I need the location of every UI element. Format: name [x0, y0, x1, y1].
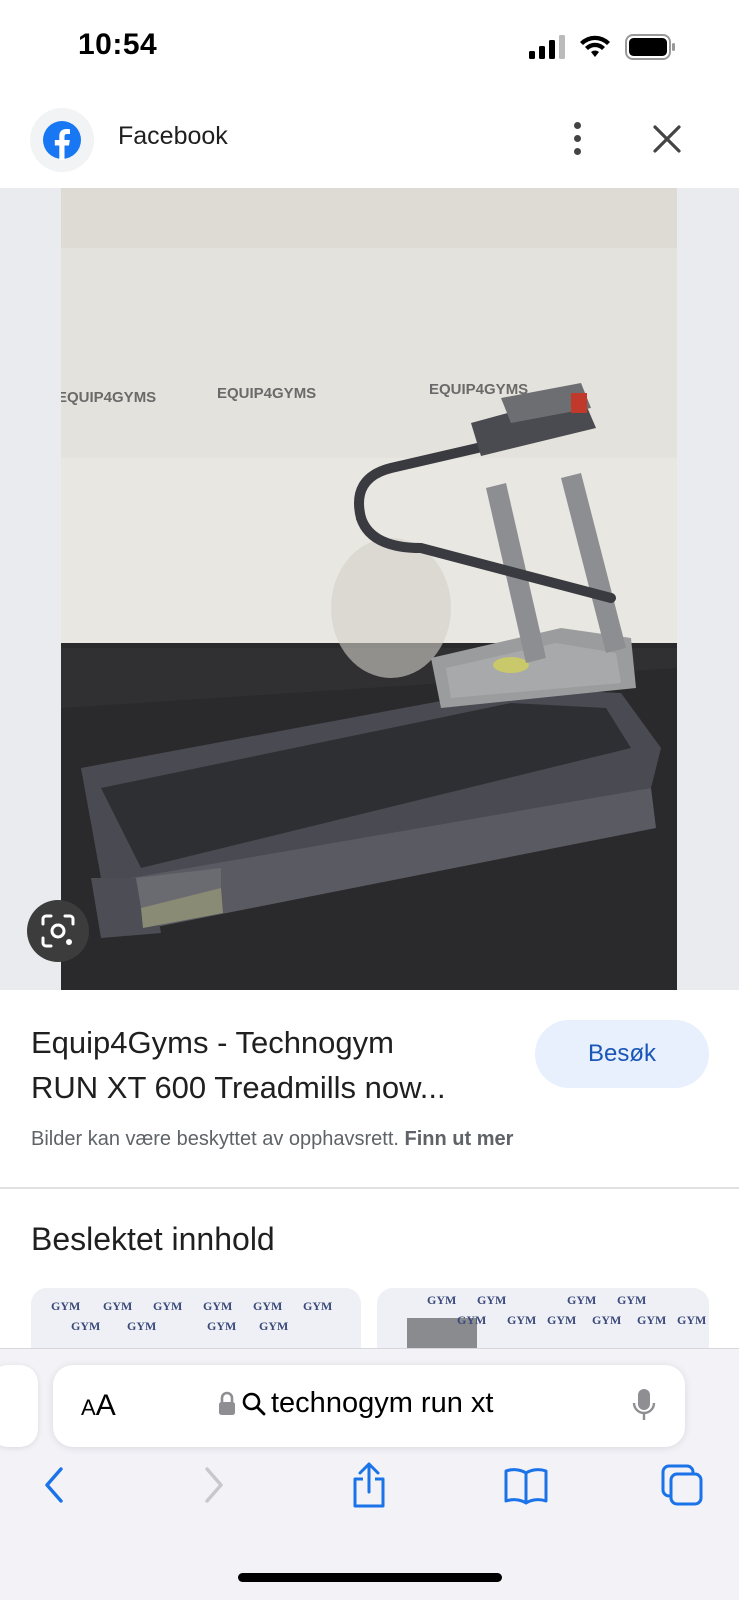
share-icon: [353, 1462, 385, 1508]
lens-icon: [41, 914, 75, 948]
dot: [573, 121, 581, 129]
related-thumbnail[interactable]: GYM GYM GYM GYM GYM GYM GYM GYM GYM GYM: [377, 1288, 709, 1348]
share-button[interactable]: [345, 1461, 393, 1509]
browser-bottom-bar: AA technogym run xt: [0, 1348, 739, 1600]
source-title: Facebook: [118, 122, 228, 150]
learn-more-link[interactable]: Finn ut mer: [405, 1128, 514, 1150]
forward-button[interactable]: [190, 1461, 238, 1509]
result-title[interactable]: Equip4Gyms - Technogym RUN XT 600 Treadm…: [31, 1020, 511, 1110]
close-icon[interactable]: [650, 122, 684, 156]
battery-icon: [625, 34, 675, 60]
status-time: 10:54: [78, 28, 158, 61]
dot: [573, 147, 581, 155]
url-display[interactable]: technogym run xt: [217, 1387, 493, 1420]
thumbnail-text: GYM: [477, 1293, 506, 1307]
bookmarks-button[interactable]: [502, 1461, 550, 1509]
chevron-left-icon: [45, 1467, 63, 1503]
search-icon: [242, 1392, 266, 1415]
treadmill-illustration: EQUIP4GYMS EQUIP4GYMS EQUIP4GYMS: [61, 188, 677, 990]
lock-icon: [219, 1391, 235, 1415]
thumbnail-text: GYM: [637, 1313, 666, 1327]
source-header: Facebook: [0, 100, 739, 188]
copyright-text: Bilder kan være beskyttet av opphavsrett…: [31, 1128, 399, 1150]
tabs-button[interactable]: [658, 1461, 706, 1509]
related-thumbnail[interactable]: GYM GYM GYM GYM GYM GYM GYM GYM GYM GYM: [31, 1288, 361, 1348]
cellular-signal-icon: [529, 35, 565, 59]
watermark-text: EQUIP4GYMS: [61, 389, 156, 406]
thumbnail-text: GYM: [153, 1299, 182, 1313]
result-title-line: Equip4Gyms - Technogym: [31, 1025, 394, 1060]
thumbnail-text: GYM: [253, 1299, 282, 1313]
previous-tab-peek[interactable]: [0, 1365, 38, 1447]
result-title-line: RUN XT 600 Treadmills now...: [31, 1070, 446, 1105]
image-preview-area: EQUIP4GYMS EQUIP4GYMS EQUIP4GYMS: [0, 188, 739, 990]
thumbnail-text: GYM: [457, 1313, 486, 1327]
thumbnail-text: GYM: [51, 1299, 80, 1313]
thumbnail-text: GYM: [127, 1319, 156, 1333]
watermark-text: EQUIP4GYMS: [429, 381, 528, 398]
thumbnail-text: GYM: [203, 1299, 232, 1313]
wifi-icon: [580, 35, 610, 57]
dot: [573, 134, 581, 142]
thumbnail-text: GYM: [71, 1319, 100, 1333]
text-size-big: A: [95, 1389, 116, 1422]
thumbnail-text: GYM: [207, 1319, 236, 1333]
thumbnail-text: GYM: [259, 1319, 288, 1333]
browser-toolbar: [0, 1461, 739, 1521]
thumbnail-text: GYM: [547, 1313, 576, 1327]
address-bar[interactable]: AA technogym run xt: [53, 1365, 685, 1447]
chevron-right-icon: [205, 1467, 223, 1503]
home-indicator: [238, 1573, 502, 1582]
url-text: technogym run xt: [271, 1387, 494, 1419]
text-size-small: A: [81, 1395, 96, 1420]
status-bar: 10:54: [0, 0, 739, 96]
treadmill-photo[interactable]: EQUIP4GYMS EQUIP4GYMS EQUIP4GYMS: [61, 188, 677, 990]
thumbnail-text: GYM: [303, 1299, 332, 1313]
copyright-notice: Bilder kan være beskyttet av opphavsrett…: [31, 1128, 513, 1151]
visit-button[interactable]: Besøk: [535, 1020, 709, 1088]
divider: [0, 1187, 739, 1189]
tabs-icon: [661, 1464, 703, 1506]
thumbnail-text: GYM: [592, 1313, 621, 1327]
related-heading: Beslektet innhold: [31, 1221, 275, 1257]
thumbnail-text: GYM: [677, 1313, 706, 1327]
thumbnail-text: GYM: [507, 1313, 536, 1327]
status-icons: [529, 34, 677, 60]
thumbnail-image: GYM GYM GYM GYM GYM GYM GYM GYM GYM GYM: [377, 1288, 709, 1348]
facebook-logo: [30, 108, 94, 172]
text-size-button[interactable]: AA: [81, 1389, 116, 1423]
thumbnail-text: GYM: [427, 1293, 456, 1307]
google-lens-button[interactable]: [27, 900, 89, 962]
back-button[interactable]: [30, 1461, 78, 1509]
thumbnail-text: GYM: [567, 1293, 596, 1307]
thumbnail-text: GYM: [103, 1299, 132, 1313]
watermark-text: EQUIP4GYMS: [217, 385, 316, 402]
facebook-icon: [43, 121, 81, 160]
thumbnail-image: GYM GYM GYM GYM GYM GYM GYM GYM GYM GYM: [31, 1288, 361, 1348]
thumbnail-text: GYM: [617, 1293, 646, 1307]
more-options-button[interactable]: [562, 118, 592, 158]
microphone-icon[interactable]: [631, 1387, 657, 1423]
book-icon: [504, 1468, 548, 1505]
